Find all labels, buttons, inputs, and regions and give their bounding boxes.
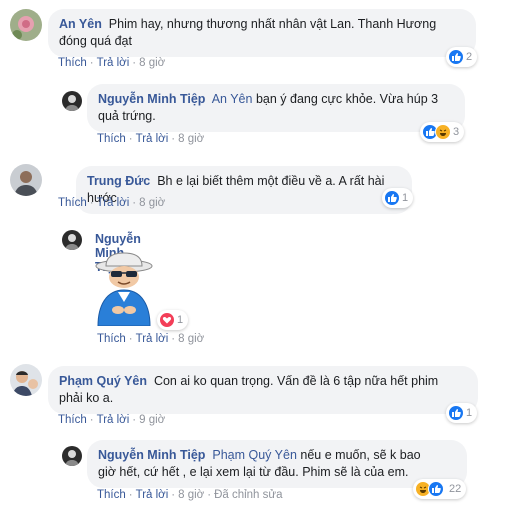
comment-author[interactable]: Trung Đức <box>87 174 150 188</box>
comment-actions: Thích · Trả lời · 8 giờ <box>97 133 205 145</box>
comment-actions: Thích · Trả lời · 8 giờ · Đã chỉnh sửa <box>97 489 283 501</box>
reaction-count: 1 <box>402 192 409 204</box>
comment-bubble: Nguyễn Minh Tiệp An Yên bạn ý đang cực k… <box>87 84 465 132</box>
timestamp[interactable]: 9 giờ <box>139 414 165 426</box>
reaction-summary[interactable]: 1 <box>382 188 414 208</box>
comment-bubble: An Yên Phim hay, nhưng thương nhất nhân … <box>48 9 476 57</box>
reaction-summary[interactable]: 1 <box>446 403 478 423</box>
like-link[interactable]: Thích <box>97 333 126 345</box>
avatar[interactable] <box>10 164 42 196</box>
timestamp[interactable]: 8 giờ <box>178 133 204 145</box>
comment-author[interactable]: Phạm Quý Yên <box>59 374 147 388</box>
timestamp[interactable]: 8 giờ <box>139 197 165 209</box>
timestamp[interactable]: 8 giờ <box>178 333 204 345</box>
mention-link[interactable]: An Yên <box>212 92 253 106</box>
comment-text-cont: giờ hết, cứ hết , e lại xem lại từ đầu. … <box>98 465 409 479</box>
comment-author[interactable]: An Yên <box>59 17 102 31</box>
reaction-count: 3 <box>453 126 460 138</box>
reaction-summary[interactable]: 22 <box>413 479 467 499</box>
like-link[interactable]: Thích <box>97 489 126 501</box>
comment-text-cont: quả trứng. <box>98 109 156 123</box>
comment-actions: Thích · Trả lời · 8 giờ <box>58 57 166 69</box>
comment-text: bạn ý đang cực khỏe. Vừa húp 3 <box>255 92 439 106</box>
like-link[interactable]: Thích <box>58 414 87 426</box>
reaction-count: 22 <box>449 483 462 495</box>
avatar[interactable] <box>10 9 42 41</box>
reply-link[interactable]: Trả lời <box>136 333 169 345</box>
like-reaction-icon <box>384 190 400 206</box>
like-link[interactable]: Thích <box>58 57 87 69</box>
timestamp[interactable]: 8 giờ <box>178 489 204 501</box>
edited-label[interactable]: Đã chỉnh sửa <box>214 489 282 501</box>
comment-text: Phim hay, nhưng thương nhất nhân vật Lan… <box>108 17 437 31</box>
avatar[interactable] <box>62 230 82 250</box>
comment-actions: Thích · Trả lời · 8 giờ <box>97 333 205 345</box>
timestamp[interactable]: 8 giờ <box>139 57 165 69</box>
haha-reaction-icon <box>435 124 451 140</box>
reply-link[interactable]: Trả lời <box>97 414 130 426</box>
comment-author[interactable]: Nguyễn Minh Tiệp <box>98 92 205 106</box>
comment-text-cont: đóng quá đạt <box>59 34 132 48</box>
reaction-summary[interactable]: 2 <box>446 47 478 67</box>
comment-actions: Thích · Trả lời · 9 giờ <box>58 414 166 426</box>
like-reaction-icon <box>428 481 444 497</box>
sticker-image[interactable] <box>88 250 160 327</box>
reply-link[interactable]: Trả lời <box>97 57 130 69</box>
reply-link[interactable]: Trả lời <box>97 197 130 209</box>
reaction-summary[interactable]: 1 <box>157 310 189 330</box>
avatar[interactable] <box>62 446 82 466</box>
comment-text: Con ai ko quan trọng. Vấn đề là 6 tập nữ… <box>153 374 439 388</box>
like-reaction-icon <box>448 405 464 421</box>
like-link[interactable]: Thích <box>58 197 87 209</box>
reaction-count: 2 <box>466 51 473 63</box>
reaction-summary[interactable]: 3 <box>420 122 465 142</box>
heart-reaction-icon <box>159 312 175 328</box>
comment-author[interactable]: Nguyễn Minh Tiệp <box>98 448 205 462</box>
reply-link[interactable]: Trả lời <box>136 489 169 501</box>
avatar[interactable] <box>62 91 82 111</box>
avatar[interactable] <box>10 364 42 396</box>
comment-text: nếu e muốn, sẽ k bao <box>300 448 421 462</box>
reaction-count: 1 <box>466 407 473 419</box>
mention-link[interactable]: Phạm Quý Yên <box>212 448 297 462</box>
comment-actions: Thích · Trả lời · 8 giờ <box>58 197 166 209</box>
like-link[interactable]: Thích <box>97 133 126 145</box>
comment-bubble: Nguyễn Minh Tiệp Phạm Quý Yên nếu e muốn… <box>87 440 467 488</box>
comment-text-cont: phải ko a. <box>59 391 114 405</box>
like-reaction-icon <box>448 49 464 65</box>
comment-bubble: Phạm Quý Yên Con ai ko quan trọng. Vấn đ… <box>48 366 478 414</box>
reply-link[interactable]: Trả lời <box>136 133 169 145</box>
reaction-count: 1 <box>177 314 184 326</box>
